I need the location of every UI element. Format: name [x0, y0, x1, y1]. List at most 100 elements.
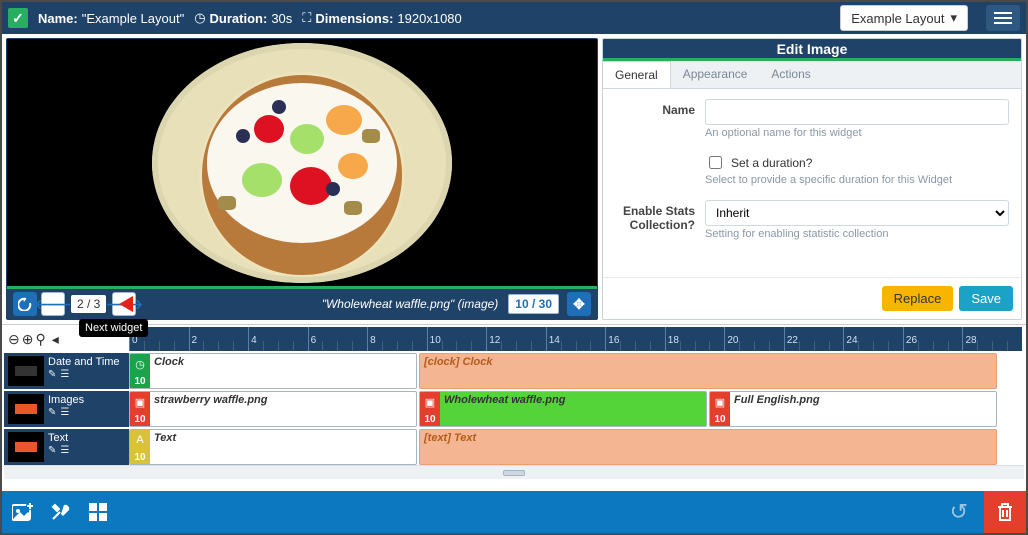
timeline-extension[interactable]: [clock] Clock — [419, 353, 997, 389]
track-name: Date and Time — [48, 356, 120, 368]
ruler-tick: 6 — [311, 335, 317, 346]
ruler-tick: 26 — [906, 335, 917, 346]
page-indicator: 2 / 3 — [71, 295, 106, 313]
name-input[interactable] — [705, 99, 1009, 125]
main-menu-button[interactable] — [986, 5, 1020, 31]
ruler-tick: 10 — [430, 335, 441, 346]
edit-icon[interactable]: ✎ — [48, 369, 56, 380]
list-icon[interactable]: ☰ — [60, 407, 69, 418]
track-label[interactable]: Text✎ ☰ — [4, 429, 129, 465]
stats-hint: Setting for enabling statistic collectio… — [705, 228, 1009, 240]
caret-down-icon: ▾ — [950, 10, 957, 26]
dimensions-label: Dimensions: — [315, 11, 393, 26]
delete-button[interactable] — [984, 491, 1026, 533]
clip-type-icon: ▣ — [130, 392, 150, 412]
list-icon[interactable]: ☰ — [60, 369, 69, 380]
name-label: Name: — [38, 11, 78, 26]
tab-appearance[interactable]: Appearance — [671, 61, 760, 88]
track-label[interactable]: Date and Time✎ ☰ — [4, 353, 129, 389]
edit-icon[interactable]: ✎ — [48, 445, 56, 456]
clip-label: Text — [150, 430, 416, 464]
track-lane[interactable]: ◷10Clock[clock] Clock — [129, 353, 1022, 389]
clip-duration: 10 — [130, 412, 150, 426]
preview-file-label: "Wholewheat waffle.png" (image) — [140, 297, 504, 311]
clip-label: Clock — [150, 354, 416, 388]
duration-checkbox[interactable]: Set a duration? — [705, 153, 1009, 172]
preview-toolbar: 🡐 2 / 3 🡒 "Wholewheat waffle.png" (image… — [7, 289, 597, 319]
timeline-clip[interactable]: ▣10strawberry waffle.png — [129, 391, 417, 427]
add-image-icon[interactable] — [12, 502, 34, 522]
edit-icon[interactable]: ✎ — [48, 407, 56, 418]
edit-panel-title: Edit Image — [603, 39, 1021, 61]
timeline-clip[interactable]: ▣10Wholewheat waffle.png — [419, 391, 707, 427]
clip-duration: 10 — [130, 374, 150, 388]
dimensions-icon: ⛶ — [302, 10, 311, 26]
status-ok-icon: ✓ — [8, 8, 28, 28]
next-widget-button[interactable]: 🡒 — [112, 292, 136, 316]
timeline: ⊖ ⊕ ⚲ ◂ 0246810121416182022242628 Date a… — [2, 324, 1026, 481]
edit-panel: Edit Image General Appearance Actions Na… — [602, 38, 1022, 320]
tab-general[interactable]: General — [603, 61, 671, 88]
duration-value: 30s — [271, 11, 292, 26]
tools-icon[interactable] — [50, 502, 72, 522]
ruler-tick: 4 — [251, 335, 257, 346]
edit-form: Name An optional name for this widget Se… — [603, 89, 1021, 277]
clock-icon: ◷ — [194, 10, 205, 26]
ruler-tick: 22 — [787, 335, 798, 346]
name-group: Name: "Example Layout" — [38, 11, 184, 26]
timeline-clip[interactable]: A10Text — [129, 429, 417, 465]
timeline-track: Text✎☰A10Text[text] Text — [4, 429, 1024, 465]
timeline-track: Date and Time✎ ☰ ◷10Clock[clock] Clock — [4, 353, 1024, 389]
list-icon[interactable]: ☰ — [60, 445, 69, 456]
timeline-ruler[interactable]: 0246810121416182022242628 — [129, 327, 1022, 351]
name-field-label: Name — [615, 99, 705, 117]
zoom-out-icon[interactable]: ⊖ — [8, 331, 20, 348]
timeline-clip[interactable]: ▣10Full English.png — [709, 391, 997, 427]
clip-duration: 10 — [130, 450, 150, 464]
track-lane[interactable]: A10Text[text] Text — [129, 429, 1022, 465]
dimensions-group: ⛶ Dimensions: 1920x1080 — [302, 10, 461, 26]
timeline-extension[interactable]: [text] Text — [419, 429, 997, 465]
duration-label: Duration: — [210, 11, 268, 26]
ruler-tick: 8 — [370, 335, 376, 346]
edit-tabs: General Appearance Actions — [603, 61, 1021, 89]
stats-label: Enable Stats Collection? — [615, 200, 705, 232]
move-button[interactable]: ✥ — [567, 292, 591, 316]
timeline-clip[interactable]: ◷10Clock — [129, 353, 417, 389]
prev-widget-button[interactable]: 🡐 — [41, 292, 65, 316]
ruler-tick: 2 — [192, 335, 198, 346]
zoom-reset-icon[interactable]: ⚲ — [35, 331, 45, 348]
scroll-left-icon[interactable]: ◂ — [52, 331, 59, 348]
clip-label: Full English.png — [730, 392, 996, 426]
preview-canvas[interactable] — [7, 39, 597, 286]
clip-duration: 10 — [420, 412, 440, 426]
replace-button[interactable]: Replace — [882, 286, 954, 311]
ruler-tick: 14 — [549, 335, 560, 346]
name-hint: An optional name for this widget — [705, 127, 1009, 139]
panel-resize-handle[interactable] — [4, 465, 1024, 479]
zoom-in-icon[interactable]: ⊕ — [22, 331, 34, 348]
ruler-tick: 18 — [668, 335, 679, 346]
layout-dropdown[interactable]: Example Layout ▾ — [840, 5, 968, 31]
bottombar: ↺ — [2, 491, 1026, 533]
ruler-tick: 12 — [489, 335, 500, 346]
name-value: "Example Layout" — [82, 11, 184, 26]
layout-dropdown-label: Example Layout — [851, 11, 944, 26]
undo-icon[interactable]: ↺ — [950, 499, 968, 525]
grid-icon[interactable] — [88, 502, 108, 522]
clip-label: strawberry waffle.png — [150, 392, 416, 426]
clip-label: Wholewheat waffle.png — [440, 392, 706, 426]
duration-group: ◷ Duration: 30s — [194, 10, 292, 26]
save-button[interactable]: Save — [959, 286, 1013, 311]
duration-checkbox-input[interactable] — [709, 156, 722, 169]
topbar: ✓ Name: "Example Layout" ◷ Duration: 30s… — [2, 2, 1026, 34]
clip-type-icon: ◷ — [130, 354, 150, 374]
tab-actions[interactable]: Actions — [759, 61, 822, 88]
track-name: Text — [48, 432, 69, 444]
ruler-tick: 28 — [965, 335, 976, 346]
track-label[interactable]: Images✎☰ — [4, 391, 129, 427]
clip-type-icon: ▣ — [420, 392, 440, 412]
preview-panel: 🡐 2 / 3 🡒 "Wholewheat waffle.png" (image… — [6, 38, 598, 320]
track-lane[interactable]: ▣10strawberry waffle.png▣10Wholewheat wa… — [129, 391, 1022, 427]
stats-select[interactable]: Inherit — [705, 200, 1009, 226]
